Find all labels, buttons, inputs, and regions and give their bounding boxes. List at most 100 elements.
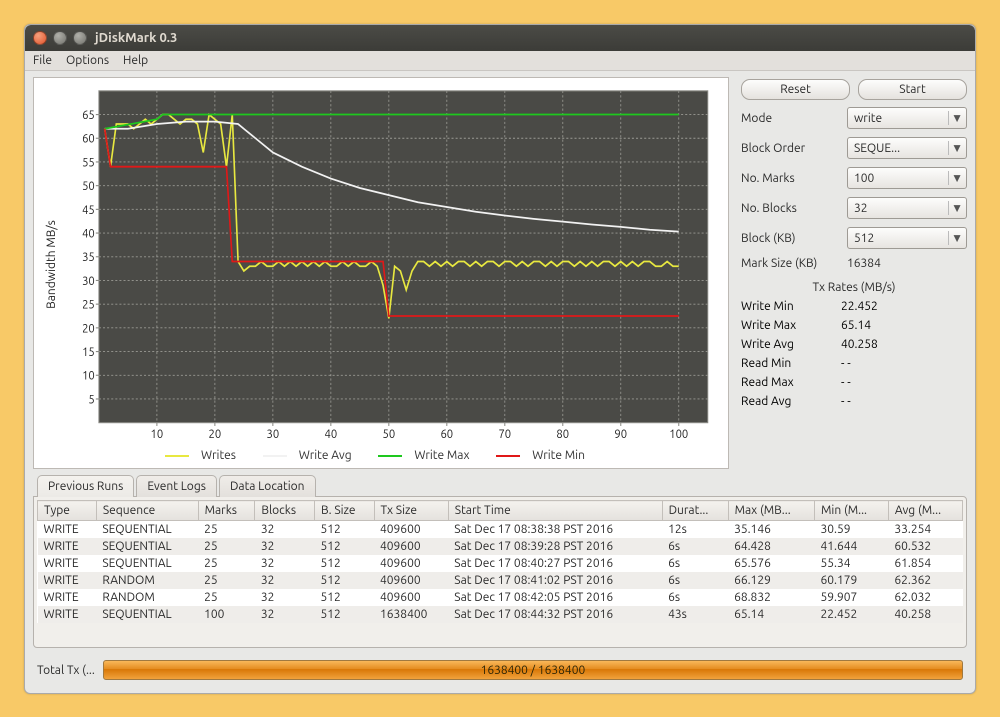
order-select[interactable]: SEQUE...▼ bbox=[847, 137, 967, 159]
table-cell: 40.258 bbox=[888, 606, 962, 623]
svg-text:100: 100 bbox=[669, 428, 688, 441]
blockkb-select[interactable]: 512▼ bbox=[847, 227, 967, 249]
svg-text:40: 40 bbox=[324, 428, 337, 441]
table-row[interactable]: WRITERANDOM2532512409600Sat Dec 17 08:41… bbox=[38, 572, 963, 589]
table-cell: 43s bbox=[662, 606, 728, 623]
table-header-row: TypeSequenceMarksBlocksB. SizeTx SizeSta… bbox=[38, 501, 963, 521]
svg-text:65: 65 bbox=[82, 109, 95, 122]
table-cell: 32 bbox=[255, 589, 315, 606]
tab-data-location[interactable]: Data Location bbox=[219, 475, 316, 497]
table-header[interactable]: Marks bbox=[198, 501, 255, 521]
table-cell: 59.907 bbox=[815, 589, 889, 606]
svg-text:10: 10 bbox=[82, 369, 95, 382]
table-cell: 409600 bbox=[374, 555, 448, 572]
table-row[interactable]: WRITESEQUENTIAL2532512409600Sat Dec 17 0… bbox=[38, 521, 963, 539]
y-axis-label: Bandwidth MB/s bbox=[45, 220, 58, 309]
table-cell: 25 bbox=[198, 572, 255, 589]
wmax-value: 65.14 bbox=[841, 319, 871, 332]
table-row[interactable]: WRITERANDOM2532512409600Sat Dec 17 08:42… bbox=[38, 589, 963, 606]
table-header[interactable]: Min (M... bbox=[815, 501, 889, 521]
table-cell: 25 bbox=[198, 521, 255, 539]
menu-options[interactable]: Options bbox=[66, 54, 109, 67]
table-cell: 33.254 bbox=[888, 521, 962, 539]
table-cell: Sat Dec 17 08:40:27 PST 2016 bbox=[448, 555, 662, 572]
table-cell: 512 bbox=[315, 572, 375, 589]
maximize-icon[interactable] bbox=[73, 31, 87, 45]
menubar: File Options Help bbox=[25, 51, 975, 71]
close-icon[interactable] bbox=[33, 31, 47, 45]
svg-text:60: 60 bbox=[440, 428, 453, 441]
table-cell: 35.146 bbox=[728, 521, 814, 539]
table-cell: 409600 bbox=[374, 521, 448, 539]
table-cell: 32 bbox=[255, 521, 315, 539]
legend-min: Write Min bbox=[532, 449, 585, 462]
table-cell: 22.452 bbox=[815, 606, 889, 623]
legend: Writes Write Avg Write Max Write Min bbox=[40, 447, 718, 462]
table-cell: 512 bbox=[315, 555, 375, 572]
menu-file[interactable]: File bbox=[33, 54, 52, 67]
table-header[interactable]: Sequence bbox=[96, 501, 198, 521]
table-cell: Sat Dec 17 08:39:28 PST 2016 bbox=[448, 538, 662, 555]
table-cell: 60.532 bbox=[888, 538, 962, 555]
table-body: WRITESEQUENTIAL2532512409600Sat Dec 17 0… bbox=[38, 521, 963, 624]
wmin-label: Write Min bbox=[741, 300, 841, 313]
table-cell: WRITE bbox=[38, 606, 97, 623]
table-header[interactable]: Blocks bbox=[255, 501, 315, 521]
menu-help[interactable]: Help bbox=[123, 54, 148, 67]
svg-text:90: 90 bbox=[614, 428, 627, 441]
table-header[interactable]: B. Size bbox=[315, 501, 375, 521]
chevron-down-icon: ▼ bbox=[948, 111, 962, 125]
table-cell: 6s bbox=[662, 538, 728, 555]
reset-button[interactable]: Reset bbox=[741, 79, 850, 100]
minimize-icon[interactable] bbox=[53, 31, 67, 45]
table-header[interactable]: Start Time bbox=[448, 501, 662, 521]
titlebar: jDiskMark 0.3 bbox=[25, 25, 975, 51]
table-cell: SEQUENTIAL bbox=[96, 521, 198, 539]
table-cell: 62.362 bbox=[888, 572, 962, 589]
table-cell: 32 bbox=[255, 538, 315, 555]
table-cell: 6s bbox=[662, 555, 728, 572]
svg-text:25: 25 bbox=[82, 298, 95, 311]
table-row[interactable]: WRITESEQUENTIAL2532512409600Sat Dec 17 0… bbox=[38, 555, 963, 572]
svg-text:60: 60 bbox=[82, 132, 95, 145]
svg-text:15: 15 bbox=[82, 346, 95, 359]
chart-plot: 5101520253035404550556065102030405060708… bbox=[62, 82, 718, 447]
table-cell: 512 bbox=[315, 538, 375, 555]
table-header[interactable]: Avg (M... bbox=[888, 501, 962, 521]
table-header[interactable]: Tx Size bbox=[374, 501, 448, 521]
table-row[interactable]: WRITESEQUENTIAL2532512409600Sat Dec 17 0… bbox=[38, 538, 963, 555]
table-cell: RANDOM bbox=[96, 589, 198, 606]
table-header[interactable]: Type bbox=[38, 501, 97, 521]
svg-text:80: 80 bbox=[556, 428, 569, 441]
rmin-value: - - bbox=[841, 357, 851, 370]
table-pane: TypeSequenceMarksBlocksB. SizeTx SizeSta… bbox=[33, 496, 967, 648]
marksize-label: Mark Size (KB) bbox=[741, 257, 841, 270]
table-cell: WRITE bbox=[38, 538, 97, 555]
table-cell: 61.854 bbox=[888, 555, 962, 572]
svg-text:20: 20 bbox=[82, 322, 95, 335]
table-cell: 409600 bbox=[374, 589, 448, 606]
table-cell: 68.832 bbox=[728, 589, 814, 606]
table-cell: WRITE bbox=[38, 555, 97, 572]
table-header[interactable]: Max (MB... bbox=[728, 501, 814, 521]
marksize-value: 16384 bbox=[847, 257, 881, 270]
chevron-down-icon: ▼ bbox=[948, 141, 962, 155]
tab-event-logs[interactable]: Event Logs bbox=[136, 475, 217, 497]
marks-select[interactable]: 100▼ bbox=[847, 167, 967, 189]
svg-text:10: 10 bbox=[151, 428, 164, 441]
table-cell: Sat Dec 17 08:42:05 PST 2016 bbox=[448, 589, 662, 606]
blocks-select[interactable]: 32▼ bbox=[847, 197, 967, 219]
table-cell: 12s bbox=[662, 521, 728, 539]
table-row[interactable]: WRITESEQUENTIAL100325121638400Sat Dec 17… bbox=[38, 606, 963, 623]
table-cell: WRITE bbox=[38, 521, 97, 539]
table-header[interactable]: Durat... bbox=[662, 501, 728, 521]
legend-max: Write Max bbox=[414, 449, 469, 462]
mode-select[interactable]: write▼ bbox=[847, 107, 967, 129]
svg-text:70: 70 bbox=[498, 428, 511, 441]
start-button[interactable]: Start bbox=[858, 79, 967, 100]
table-cell: 6s bbox=[662, 589, 728, 606]
tab-previous-runs[interactable]: Previous Runs bbox=[37, 475, 134, 497]
rmax-label: Read Max bbox=[741, 376, 841, 389]
table-cell: SEQUENTIAL bbox=[96, 538, 198, 555]
wavg-value: 40.258 bbox=[841, 338, 878, 351]
